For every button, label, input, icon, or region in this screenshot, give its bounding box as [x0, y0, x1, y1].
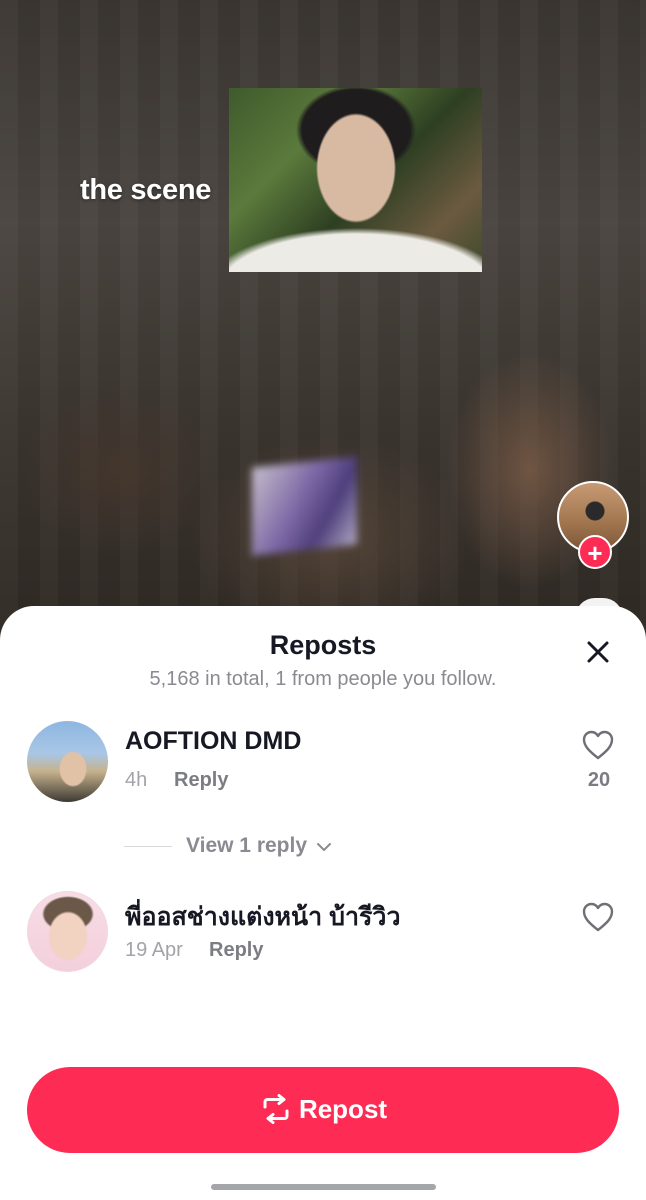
comment-time: 4h	[125, 769, 148, 791]
repost-button[interactable]: Repost	[27, 1067, 619, 1153]
repost-summary: 5,168 in total, 1 from people you follow…	[149, 668, 497, 690]
chevron-down-icon	[317, 843, 331, 851]
heart-icon[interactable]	[581, 729, 615, 761]
sheet-title: Reposts	[269, 630, 377, 660]
avatar[interactable]	[27, 891, 108, 972]
video-player[interactable]: the scene +	[0, 0, 646, 640]
list-item: พี่ออสช่างแต่งหน้า บ้ารีวิว 19 Apr Reply	[0, 891, 646, 991]
video-phone-screen	[252, 456, 357, 556]
comment-time: 19 Apr	[125, 939, 183, 961]
home-indicator[interactable]	[211, 1184, 436, 1190]
list-item: AOFTION DMD 4h Reply 20	[0, 721, 646, 821]
user-name[interactable]: พี่ออสช่างแต่งหน้า บ้ารีวิว	[125, 897, 401, 937]
close-icon[interactable]	[580, 634, 616, 670]
user-name[interactable]: AOFTION DMD	[125, 727, 301, 756]
scene-image	[229, 88, 482, 272]
divider	[124, 846, 172, 847]
reply-button[interactable]: Reply	[209, 939, 263, 962]
heart-icon[interactable]	[581, 901, 615, 933]
avatar[interactable]	[27, 721, 108, 802]
repost-icon	[263, 1094, 289, 1124]
follow-plus-icon[interactable]: +	[578, 535, 612, 569]
like-count: 20	[587, 769, 611, 791]
reposts-sheet: Reposts 5,168 in total, 1 from people yo…	[0, 606, 646, 1200]
reply-button[interactable]: Reply	[174, 769, 228, 792]
video-overlay-text: the scene	[80, 174, 212, 206]
view-replies-label: View 1 reply	[186, 834, 308, 857]
repost-label: Repost	[298, 1094, 388, 1124]
